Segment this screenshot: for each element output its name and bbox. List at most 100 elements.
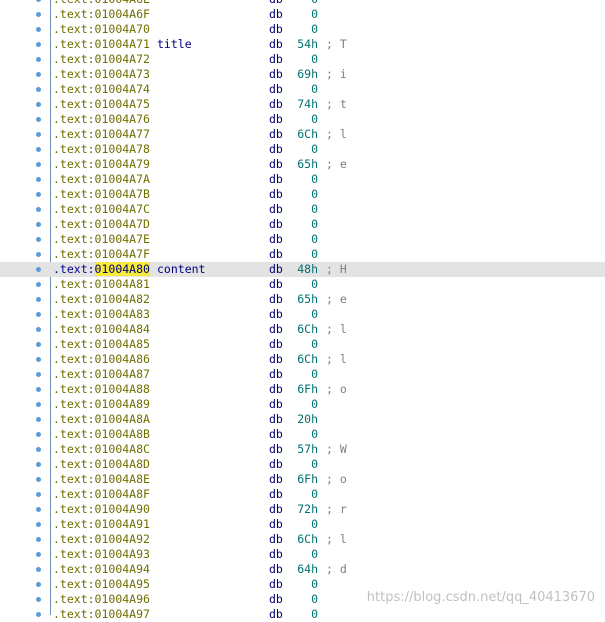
breakpoint-dot-icon[interactable]	[36, 207, 41, 212]
listing-row[interactable]: .text:01004A87 db 0	[0, 367, 605, 382]
breakpoint-dot-icon[interactable]	[36, 147, 41, 152]
row-address[interactable]: .text:01004A77	[53, 127, 150, 142]
breakpoint-dot-icon[interactable]	[36, 237, 41, 242]
row-value[interactable]: 0	[285, 82, 318, 97]
breakpoint-dot-icon[interactable]	[36, 522, 41, 527]
row-address[interactable]: .text:01004A79	[53, 157, 150, 172]
row-value[interactable]: 6Fh	[285, 382, 318, 397]
listing-row[interactable]: .text:01004A7D db 0	[0, 217, 605, 232]
row-value[interactable]: 6Ch	[285, 532, 318, 547]
breakpoint-dot-icon[interactable]	[36, 12, 41, 17]
disassembly-listing[interactable]: .text:01004A6Edb0.text:01004A6Fdb0.text:…	[0, 0, 605, 622]
row-value[interactable]: 48h	[285, 262, 318, 277]
row-address[interactable]: .text:01004A8F	[53, 487, 150, 502]
row-address[interactable]: .text:01004A84	[53, 322, 150, 337]
row-value[interactable]: 69h	[285, 67, 318, 82]
row-address[interactable]: .text:01004A89	[53, 397, 150, 412]
row-value[interactable]: 0	[285, 577, 318, 592]
breakpoint-dot-icon[interactable]	[36, 387, 41, 392]
listing-row[interactable]: .text:01004A8B db 0	[0, 427, 605, 442]
listing-row[interactable]: .text:01004A75 db 74h ; t	[0, 97, 605, 112]
row-address[interactable]: .text:01004A94	[53, 562, 150, 577]
listing-row[interactable]: .text:01004A7A db 0	[0, 172, 605, 187]
row-value[interactable]: 6Fh	[285, 472, 318, 487]
row-value[interactable]: 0	[285, 52, 318, 67]
breakpoint-dot-icon[interactable]	[36, 357, 41, 362]
row-value[interactable]: 0	[285, 112, 318, 127]
row-value[interactable]: 0	[285, 487, 318, 502]
row-label[interactable]: content	[157, 262, 205, 277]
row-value[interactable]: 0	[285, 427, 318, 442]
breakpoint-dot-icon[interactable]	[36, 132, 41, 137]
breakpoint-dot-icon[interactable]	[36, 87, 41, 92]
row-value[interactable]: 0	[285, 592, 318, 607]
listing-row[interactable]: .text:01004A93 db 0	[0, 547, 605, 562]
row-address[interactable]: .text:01004A7E	[53, 232, 150, 247]
listing-row[interactable]: .text:01004A74 db 0	[0, 82, 605, 97]
row-value[interactable]: 64h	[285, 562, 318, 577]
row-label[interactable]: title	[157, 37, 192, 52]
row-address[interactable]: .text:01004A75	[53, 97, 150, 112]
row-address[interactable]: .text:01004A83	[53, 307, 150, 322]
row-value[interactable]: 0	[285, 277, 318, 292]
row-value[interactable]: 0	[285, 172, 318, 187]
breakpoint-dot-icon[interactable]	[36, 372, 41, 377]
row-address[interactable]: .text:01004A88	[53, 382, 150, 397]
row-address[interactable]: .text:01004A96	[53, 592, 150, 607]
listing-row[interactable]: .text:01004A7B db 0	[0, 187, 605, 202]
listing-row[interactable]: .text:01004A90 db 72h ; r	[0, 502, 605, 517]
row-address[interactable]: .text:01004A80	[53, 262, 150, 277]
breakpoint-dot-icon[interactable]	[36, 492, 41, 497]
breakpoint-dot-icon[interactable]	[36, 0, 41, 2]
breakpoint-dot-icon[interactable]	[36, 327, 41, 332]
breakpoint-dot-icon[interactable]	[36, 282, 41, 287]
breakpoint-dot-icon[interactable]	[36, 552, 41, 557]
breakpoint-dot-icon[interactable]	[36, 417, 41, 422]
row-value[interactable]: 0	[285, 337, 318, 352]
row-value[interactable]: 0	[285, 517, 318, 532]
listing-row[interactable]: .text:01004A73 db 69h ; i	[0, 67, 605, 82]
breakpoint-dot-icon[interactable]	[36, 117, 41, 122]
row-value[interactable]: 6Ch	[285, 352, 318, 367]
listing-row[interactable]: .text:01004A81 db 0	[0, 277, 605, 292]
breakpoint-dot-icon[interactable]	[36, 27, 41, 32]
listing-row[interactable]: .text:01004A89 db 0	[0, 397, 605, 412]
listing-row[interactable]: .text:01004A8C db 57h ; W	[0, 442, 605, 457]
breakpoint-dot-icon[interactable]	[36, 57, 41, 62]
breakpoint-dot-icon[interactable]	[36, 297, 41, 302]
row-address[interactable]: .text:01004A85	[53, 337, 150, 352]
row-address[interactable]: .text:01004A86	[53, 352, 150, 367]
row-address[interactable]: .text:01004A81	[53, 277, 150, 292]
row-address[interactable]: .text:01004A78	[53, 142, 150, 157]
listing-row[interactable]: .text:01004A8E db 6Fh ; o	[0, 472, 605, 487]
listing-row[interactable]: .text:01004A77 db 6Ch ; l	[0, 127, 605, 142]
row-address[interactable]: .text:01004A70	[53, 22, 150, 37]
row-address[interactable]: .text:01004A7C	[53, 202, 150, 217]
breakpoint-dot-icon[interactable]	[36, 447, 41, 452]
breakpoint-dot-icon[interactable]	[36, 462, 41, 467]
row-address[interactable]: .text:01004A7D	[53, 217, 150, 232]
listing-row[interactable]: .text:01004A8F db 0	[0, 487, 605, 502]
row-value[interactable]: 54h	[285, 37, 318, 52]
breakpoint-dot-icon[interactable]	[36, 42, 41, 47]
row-address[interactable]: .text:01004A8B	[53, 427, 150, 442]
breakpoint-dot-icon[interactable]	[36, 312, 41, 317]
listing-row[interactable]: .text:01004A86 db 6Ch ; l	[0, 352, 605, 367]
row-value[interactable]: 0	[285, 397, 318, 412]
breakpoint-dot-icon[interactable]	[36, 222, 41, 227]
listing-row[interactable]: .text:01004A76 db 0	[0, 112, 605, 127]
listing-row[interactable]: .text:01004A7C db 0	[0, 202, 605, 217]
listing-row[interactable]: .text:01004A94 db 64h ; d	[0, 562, 605, 577]
row-value[interactable]: 65h	[285, 292, 318, 307]
row-value[interactable]: 0	[285, 142, 318, 157]
listing-row[interactable]: .text:01004A8A db 20h	[0, 412, 605, 427]
row-value[interactable]: 0	[285, 217, 318, 232]
row-address[interactable]: .text:01004A8E	[53, 472, 150, 487]
breakpoint-dot-icon[interactable]	[36, 252, 41, 257]
row-value[interactable]: 0	[285, 202, 318, 217]
row-address[interactable]: .text:01004A6E	[53, 0, 150, 7]
row-address[interactable]: .text:01004A8A	[53, 412, 150, 427]
listing-row[interactable]: .text:01004A84 db 6Ch ; l	[0, 322, 605, 337]
listing-row[interactable]: .text:01004A7F db 0	[0, 247, 605, 262]
row-address[interactable]: .text:01004A93	[53, 547, 150, 562]
